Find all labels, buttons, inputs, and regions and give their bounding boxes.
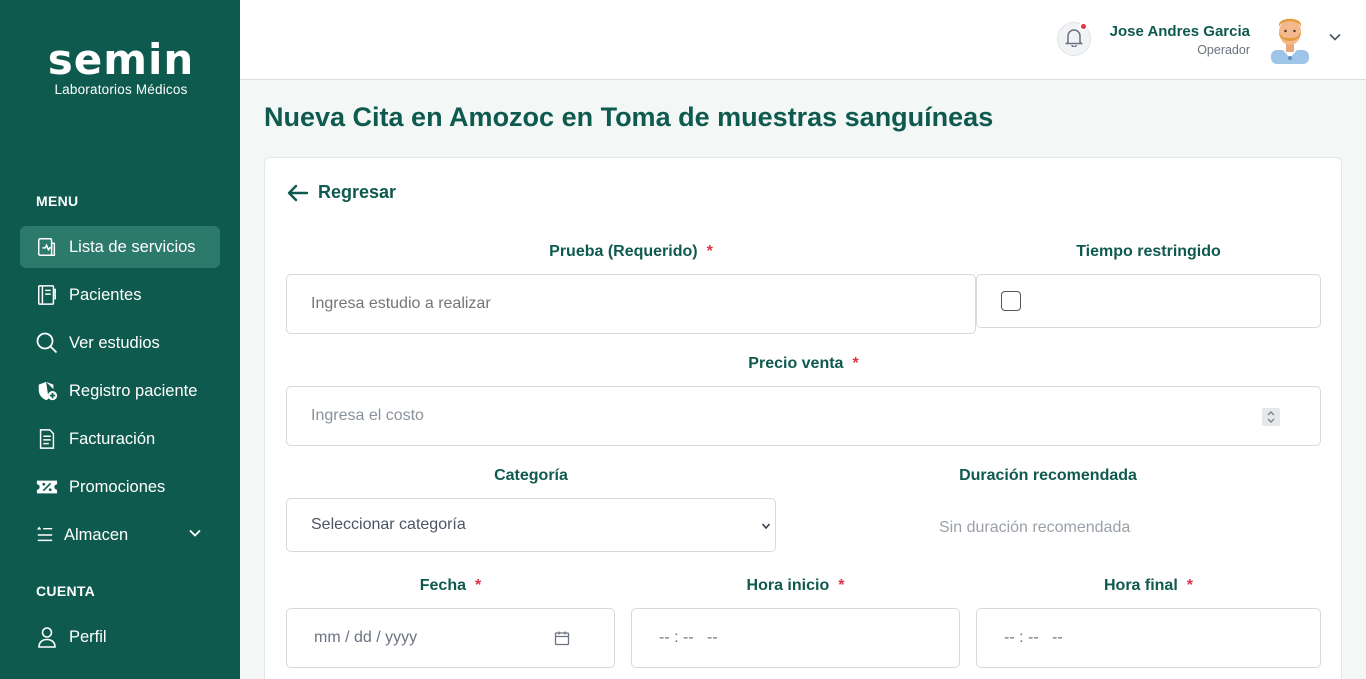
- categoria-select[interactable]: Seleccionar categoría: [286, 498, 776, 552]
- fecha-label: Fecha *: [286, 577, 615, 595]
- sidebar-item-label: Ver estudios: [69, 333, 160, 352]
- sidebar-item-label: Registro paciente: [69, 381, 198, 400]
- hora-final-input[interactable]: -- : -- --: [976, 608, 1321, 668]
- search-icon: [35, 331, 59, 355]
- sidebar-item-label: Lista de servicios: [69, 237, 196, 256]
- invoice-icon: [35, 427, 59, 451]
- categoria-selected-value: Seleccionar categoría: [311, 516, 466, 533]
- sidebar-item-label: Almacen: [64, 525, 129, 544]
- hora-final-label-text: Hora final: [1103, 577, 1178, 594]
- precio-label-text: Precio venta: [748, 355, 844, 372]
- user-name: Jose Andres Garcia: [1109, 23, 1250, 40]
- sidebar-item-promociones[interactable]: Promociones: [20, 466, 220, 508]
- sidebar-item-lista-servicios[interactable]: Lista de servicios: [20, 226, 220, 268]
- user-role: Operador: [1197, 43, 1250, 57]
- prueba-input[interactable]: [286, 274, 976, 334]
- avatar[interactable]: [1269, 14, 1311, 64]
- fecha-input[interactable]: mm / dd / yyyy: [286, 608, 615, 668]
- chevron-down-icon[interactable]: [188, 526, 202, 545]
- account-section-label: CUENTA: [36, 583, 96, 599]
- duracion-value: Sin duración recomendada: [939, 519, 1131, 536]
- user-icon: [35, 625, 59, 649]
- precio-placeholder: Ingresa el costo: [311, 407, 424, 424]
- hora-final-label: Hora final *: [976, 577, 1321, 595]
- categoria-label: Categoría: [494, 467, 568, 484]
- prueba-label-text: Prueba (Requerido): [549, 243, 698, 260]
- logo-subtitle: Laboratorios Médicos: [54, 82, 188, 97]
- back-label: Regresar: [318, 182, 397, 202]
- required-mark: *: [852, 355, 859, 372]
- back-button[interactable]: Regresar: [287, 182, 396, 203]
- required-mark: *: [475, 577, 482, 594]
- list-icon: [35, 523, 55, 547]
- hora-inicio-label-text: Hora inicio: [746, 577, 830, 594]
- sidebar-item-facturacion[interactable]: Facturación: [20, 418, 220, 460]
- sidebar-item-label: Facturación: [69, 429, 156, 448]
- hora-inicio-label: Hora inicio *: [631, 577, 960, 595]
- precio-venta-input[interactable]: Ingresa el costo: [286, 386, 1321, 446]
- sidebar-item-label: Pacientes: [69, 285, 142, 304]
- duracion-label: Duración recomendada: [959, 467, 1137, 484]
- sidebar: semin Laboratorios Médicos MENU Lista de…: [0, 0, 240, 679]
- sidebar-item-almacen[interactable]: Almacen: [20, 514, 220, 556]
- precio-venta-label: Precio venta *: [286, 355, 1321, 373]
- notifications-button[interactable]: [1057, 22, 1091, 56]
- sidebar-item-pacientes[interactable]: Pacientes: [20, 274, 220, 316]
- sidebar-item-registro-paciente[interactable]: Registro paciente: [20, 370, 220, 412]
- number-spinner-icon[interactable]: [1262, 408, 1280, 431]
- discount-icon: [35, 475, 59, 499]
- fecha-placeholder: mm / dd / yyyy: [314, 629, 418, 646]
- shield-plus-icon: [35, 379, 59, 403]
- fecha-label-text: Fecha: [419, 577, 466, 594]
- sidebar-item-label: Promociones: [69, 477, 166, 496]
- tiempo-restringido-field: [976, 274, 1321, 328]
- top-header: Jose Andres Garcia Operador: [240, 0, 1366, 80]
- appointment-form-card: Regresar Prueba (Requerido) * Tiempo rest…: [264, 157, 1342, 679]
- menu-section-label: MENU: [36, 193, 79, 209]
- sidebar-item-perfil[interactable]: Perfil: [20, 616, 220, 658]
- arrow-left-icon: [287, 184, 309, 201]
- tiempo-restringido-checkbox[interactable]: [1001, 291, 1021, 311]
- prueba-label: Prueba (Requerido) *: [286, 243, 976, 261]
- tiempo-restringido-label: Tiempo restringido: [1076, 243, 1221, 260]
- required-mark: *: [706, 243, 713, 260]
- service-list-icon: [35, 235, 59, 259]
- required-mark: *: [838, 577, 845, 594]
- notification-dot: [1079, 22, 1088, 31]
- required-mark: *: [1186, 577, 1194, 594]
- hora-inicio-input[interactable]: -- : -- --: [631, 608, 960, 668]
- calendar-icon[interactable]: [554, 630, 570, 651]
- chevron-down-icon: [761, 519, 771, 537]
- patients-icon: [35, 283, 59, 307]
- user-menu-chevron-icon[interactable]: [1328, 30, 1342, 49]
- brand-logo[interactable]: semin Laboratorios Médicos: [34, 35, 208, 98]
- page-title: Nueva Cita en Amozoc en Toma de muestras…: [264, 102, 994, 132]
- sidebar-item-ver-estudios[interactable]: Ver estudios: [20, 322, 220, 364]
- sidebar-item-label: Perfil: [69, 627, 107, 646]
- logo-wordmark: semin: [47, 35, 195, 84]
